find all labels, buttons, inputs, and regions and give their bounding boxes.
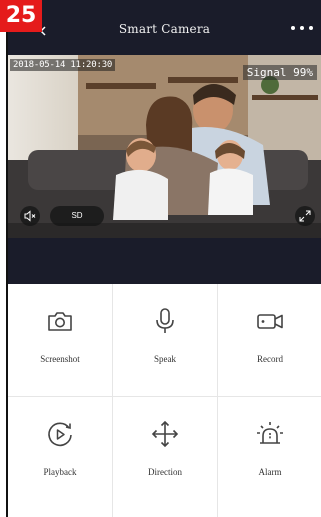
- fullscreen-button[interactable]: [295, 206, 315, 226]
- screenshot-button[interactable]: Screenshot: [8, 284, 112, 396]
- video-timestamp: 2018-05-14 11:20:30: [10, 59, 116, 71]
- more-options-button[interactable]: [291, 20, 313, 36]
- direction-arrows-icon: [151, 420, 179, 448]
- alarm-siren-icon: [257, 422, 283, 444]
- playback-label: Playback: [43, 467, 77, 477]
- quality-sd-button[interactable]: SD: [50, 206, 104, 226]
- more-dot-icon: [309, 26, 313, 30]
- camera-icon: [48, 312, 72, 331]
- screenshot-label: Screenshot: [40, 354, 80, 364]
- fullscreen-icon: [299, 210, 311, 222]
- playback-icon: [48, 422, 72, 447]
- video-control-bar: [8, 238, 321, 284]
- signal-strength: Signal 99%: [242, 65, 317, 80]
- speak-button[interactable]: Speak: [113, 284, 217, 396]
- controls-grid: Screenshot Speak Record Playback Directi…: [8, 284, 321, 517]
- page-edge-line: [6, 0, 8, 517]
- playback-button[interactable]: Playback: [8, 397, 112, 509]
- speaker-muted-icon: [24, 210, 36, 222]
- alarm-label: Alarm: [258, 467, 282, 477]
- mute-button[interactable]: [20, 206, 40, 226]
- microphone-icon: [156, 308, 174, 333]
- camera-app-screen: Smart Camera 25 2018-05-14 11:20:30 Sign…: [0, 0, 321, 517]
- record-label: Record: [257, 354, 283, 364]
- alarm-button[interactable]: Alarm: [218, 397, 321, 509]
- page-number-badge: 25: [0, 0, 42, 32]
- more-dot-icon: [300, 26, 304, 30]
- direction-button[interactable]: Direction: [113, 397, 217, 509]
- video-camera-icon: [257, 314, 283, 329]
- speak-label: Speak: [154, 354, 176, 364]
- direction-label: Direction: [148, 467, 182, 477]
- live-video-feed[interactable]: 2018-05-14 11:20:30 Signal 99% SD: [8, 55, 321, 238]
- app-header: Smart Camera: [8, 0, 321, 55]
- more-dot-icon: [291, 26, 295, 30]
- record-button[interactable]: Record: [218, 284, 321, 396]
- page-title: Smart Camera: [118, 22, 211, 36]
